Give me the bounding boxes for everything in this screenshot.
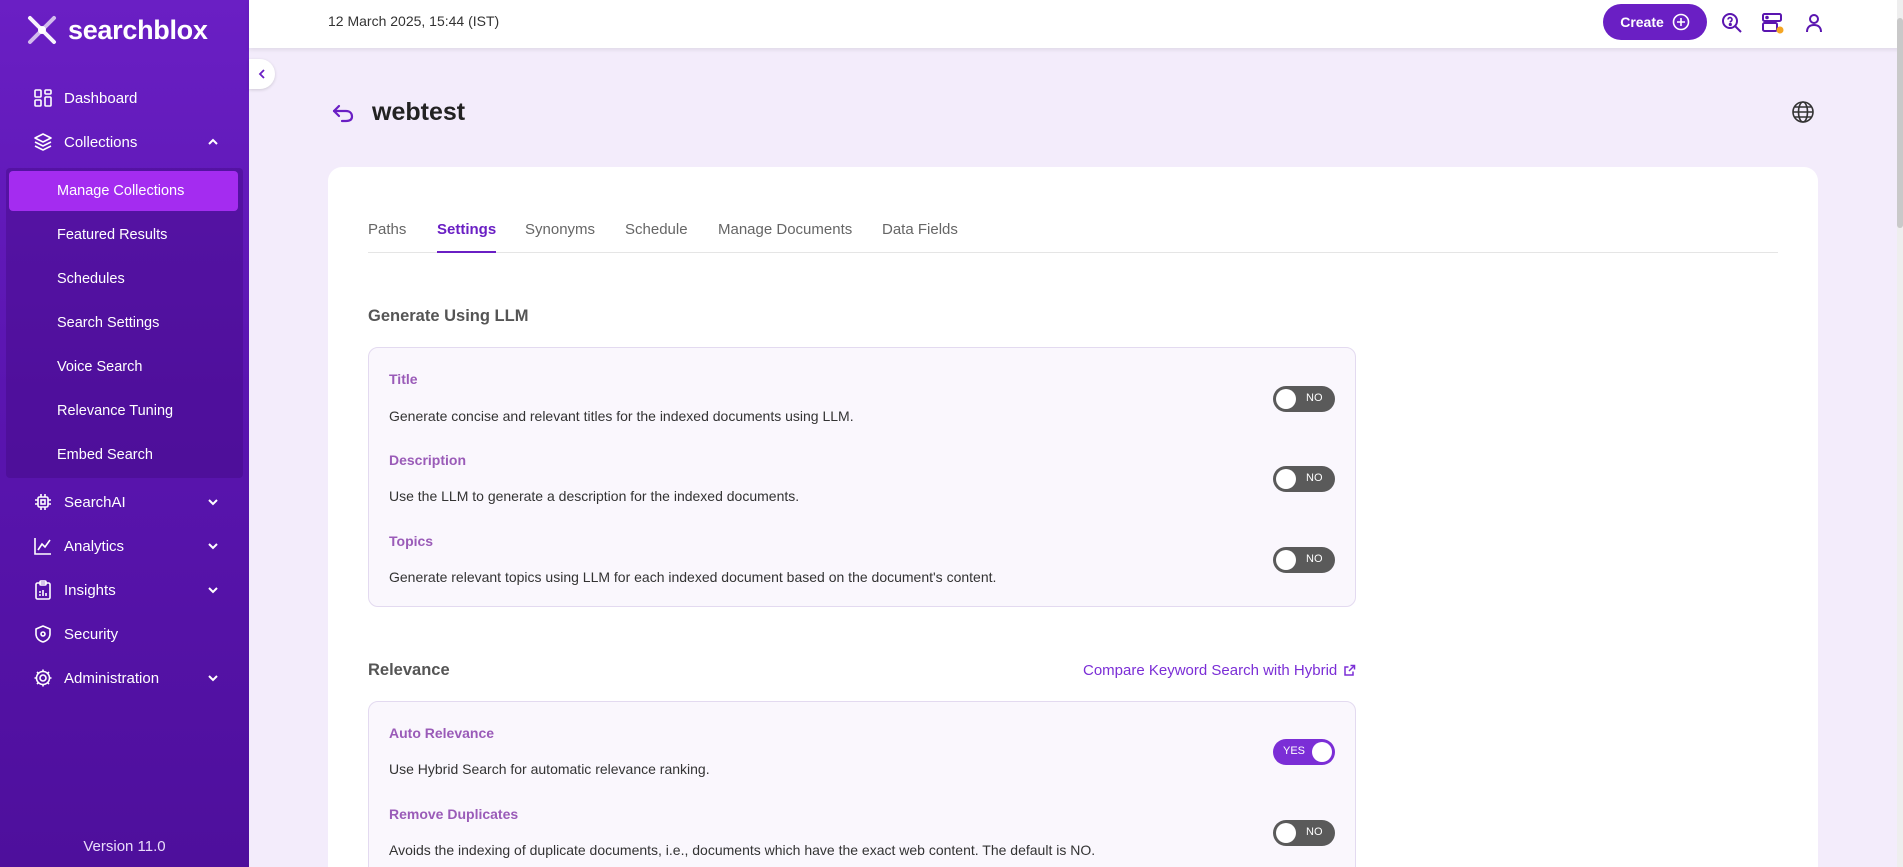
tab-settings[interactable]: Settings (437, 221, 497, 253)
user-profile-icon[interactable] (1802, 11, 1826, 35)
option-title: Topics (389, 533, 434, 549)
version-label: Version 11.0 (83, 838, 166, 855)
relevance-options-panel: Auto Relevance Use Hybrid Search for aut… (368, 701, 1356, 867)
auto-relevance-toggle[interactable]: YES (1273, 739, 1335, 765)
scrollbar-thumb[interactable] (1897, 18, 1903, 228)
create-button[interactable]: Create (1603, 4, 1707, 40)
llm-description-toggle[interactable]: NO (1273, 466, 1335, 492)
llm-topics-toggle[interactable]: NO (1273, 547, 1335, 573)
llm-section-title: Generate Using LLM (368, 307, 529, 325)
sidebar-subitem-search-settings[interactable]: Search Settings (9, 303, 238, 343)
sidebar-item-label: Analytics (64, 537, 125, 555)
search-help-icon[interactable] (1720, 11, 1744, 35)
sidebar-item-insights[interactable]: Insights (0, 570, 249, 610)
toggle-knob (1276, 550, 1296, 570)
clipboard-icon (35, 580, 51, 600)
sidebar-item-searchai[interactable]: SearchAI (0, 482, 249, 522)
sidebar-item-analytics[interactable]: Analytics (0, 526, 249, 566)
sidebar-subitem-voice-search[interactable]: Voice Search (9, 347, 238, 387)
option-description: Avoids the indexing of duplicate documen… (389, 842, 1096, 858)
sidebar-subitem-featured-results[interactable]: Featured Results (9, 215, 238, 255)
toggle-knob (1276, 823, 1296, 843)
current-datetime: 12 March 2025, 15:44 (IST) (328, 13, 500, 29)
server-status-icon[interactable] (1760, 11, 1784, 35)
sidebar-item-administration[interactable]: Administration (0, 658, 249, 698)
sidebar-item-label: Dashboard (64, 89, 138, 107)
searchblox-logo-icon (28, 16, 56, 44)
chevron-down-icon (208, 587, 218, 594)
page-title: webtest (372, 98, 466, 126)
chevron-down-icon (208, 675, 218, 682)
top-bar: 12 March 2025, 15:44 (IST) Create (249, 0, 1903, 48)
sidebar-item-label: SearchAI (64, 493, 126, 511)
chevron-up-icon (208, 138, 218, 145)
sidebar-subitem-manage-collections[interactable]: Manage Collections (9, 171, 238, 211)
compare-search-link[interactable]: Compare Keyword Search with Hybrid (1083, 662, 1356, 679)
llm-title-toggle[interactable]: NO (1273, 386, 1335, 412)
option-title: Auto Relevance (389, 725, 495, 741)
chevron-down-icon (208, 543, 218, 550)
page-scrollbar[interactable] (1897, 0, 1903, 867)
chevron-down-icon (208, 499, 218, 506)
option-description: Generate relevant topics using LLM for e… (389, 569, 997, 585)
analytics-icon (34, 538, 51, 555)
sidebar-subitem-schedules[interactable]: Schedules (9, 259, 238, 299)
option-description: Use Hybrid Search for automatic relevanc… (389, 761, 710, 777)
dashboard-icon (34, 89, 52, 107)
option-description: Generate concise and relevant titles for… (389, 408, 854, 424)
tab-manage-documents[interactable]: Manage Documents (718, 221, 852, 253)
gear-icon (34, 669, 52, 687)
sidebar-item-label: Insights (64, 581, 116, 599)
tab-synonyms[interactable]: Synonyms (525, 221, 595, 253)
plus-circle-icon (1672, 13, 1690, 31)
option-description: Use the LLM to generate a description fo… (389, 488, 800, 504)
toggle-state: NO (1306, 553, 1323, 565)
option-title: Title (389, 371, 418, 387)
sidebar-item-label: Collections (64, 133, 138, 151)
collection-tabs: Paths Settings Synonyms Schedule Manage … (368, 221, 1778, 253)
brand-logo[interactable]: searchblox (24, 10, 208, 50)
toggle-state: NO (1306, 392, 1323, 404)
sidebar-subitem-relevance-tuning[interactable]: Relevance Tuning (9, 391, 238, 431)
tab-paths[interactable]: Paths (368, 221, 406, 253)
relevance-section-title: Relevance (368, 661, 450, 679)
llm-options-panel: Title Generate concise and relevant titl… (368, 347, 1356, 607)
sidebar-subitem-embed-search[interactable]: Embed Search (9, 435, 238, 475)
sidebar-item-dashboard[interactable]: Dashboard (0, 78, 249, 118)
tab-data-fields[interactable]: Data Fields (882, 221, 958, 253)
sidebar: searchblox Dashboard Collections Manage … (0, 0, 249, 867)
toggle-knob (1276, 469, 1296, 489)
compare-link-label: Compare Keyword Search with Hybrid (1083, 662, 1338, 679)
external-link-icon (1344, 664, 1356, 676)
back-arrow-icon[interactable] (330, 100, 356, 126)
toggle-state: NO (1306, 472, 1323, 484)
chevron-left-icon (258, 69, 265, 79)
brand-name: searchblox (68, 14, 208, 45)
option-title: Description (389, 452, 467, 468)
globe-icon[interactable] (1791, 100, 1815, 124)
toggle-knob (1312, 742, 1332, 762)
toggle-state: YES (1283, 745, 1306, 757)
sidebar-item-label: Administration (64, 669, 160, 687)
chip-icon (35, 494, 51, 510)
sidebar-item-label: Security (64, 625, 119, 643)
tab-schedule[interactable]: Schedule (625, 221, 688, 253)
create-button-label: Create (1620, 14, 1664, 30)
toggle-knob (1276, 389, 1296, 409)
layers-icon (34, 133, 52, 151)
shield-icon (35, 625, 51, 643)
toggle-state: NO (1306, 826, 1323, 838)
sidebar-item-security[interactable]: Security (0, 614, 249, 654)
collapse-sidebar-button[interactable] (249, 59, 275, 89)
settings-card: Paths Settings Synonyms Schedule Manage … (328, 167, 1818, 867)
sidebar-item-collections[interactable]: Collections (0, 122, 249, 162)
option-title: Remove Duplicates (389, 806, 519, 822)
remove-duplicates-toggle[interactable]: NO (1273, 820, 1335, 846)
